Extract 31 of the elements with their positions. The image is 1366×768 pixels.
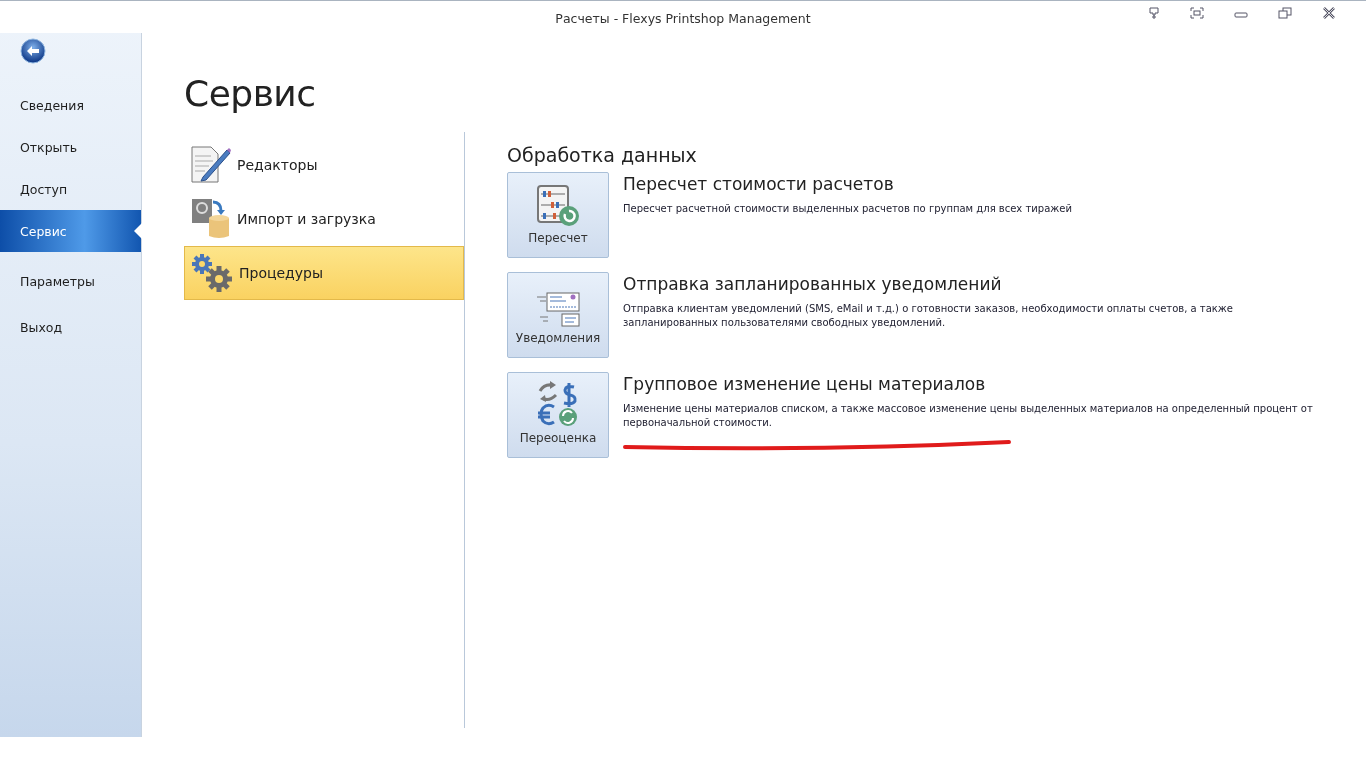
restore-icon[interactable] (1278, 7, 1292, 19)
procedure-title: Групповое изменение цены материалов (623, 374, 987, 394)
procedure-title: Пересчет стоимости расчетов (623, 174, 895, 194)
sidebar-item[interactable]: Доступ (0, 168, 141, 210)
procedure-description: Пересчет расчетной стоимости выделенных расчетов по группам для всех тиражей (623, 202, 1073, 216)
procedure-title: Отправка запланированных уведомлений (623, 274, 1003, 294)
abacus-icon (536, 185, 580, 227)
section-heading: Обработка данных (507, 144, 698, 166)
procedure-description: Изменение цены материалов списком, а также массовое изменение цены выделенных материалов на определенный процент от первоначальной стоимости. (623, 402, 1314, 430)
procedure-button[interactable]: Пересчет (507, 172, 609, 258)
fullscreen-icon[interactable] (1190, 7, 1204, 19)
currency-exchange-icon (536, 381, 580, 427)
sidebar-item[interactable]: Открыть (0, 126, 141, 168)
close-icon[interactable] (1322, 7, 1336, 19)
message-lines-icon (536, 291, 580, 327)
disk-database-icon (191, 198, 231, 240)
sidebar-item[interactable]: Выход (0, 306, 141, 348)
gears-icon (191, 253, 233, 293)
sidebar-item[interactable]: Сведения (0, 84, 141, 126)
procedure-button[interactable]: Переоценка (507, 372, 609, 458)
category-item[interactable]: Редакторы (184, 138, 464, 192)
page-heading: Сервис (184, 73, 317, 114)
category-item[interactable]: Импорт и загрузка (184, 192, 464, 246)
window-title: Расчеты - Flexys Printshop Management (555, 10, 811, 26)
help-icon[interactable] (1148, 7, 1160, 19)
document-pencil-icon (191, 146, 231, 184)
sidebar-item[interactable]: Параметры (0, 260, 141, 302)
procedure-description: Отправка клиентам уведомлений (SMS, eMail и т.д.) о готовности заказов, необходимости оплаты счетов, а также запланированных пользователями свободных уведомлений. (623, 302, 1234, 330)
procedure-button[interactable]: Уведомления (507, 272, 609, 358)
sidebar-item[interactable]: Сервис (0, 210, 141, 252)
category-item[interactable]: Процедуры (184, 246, 464, 300)
